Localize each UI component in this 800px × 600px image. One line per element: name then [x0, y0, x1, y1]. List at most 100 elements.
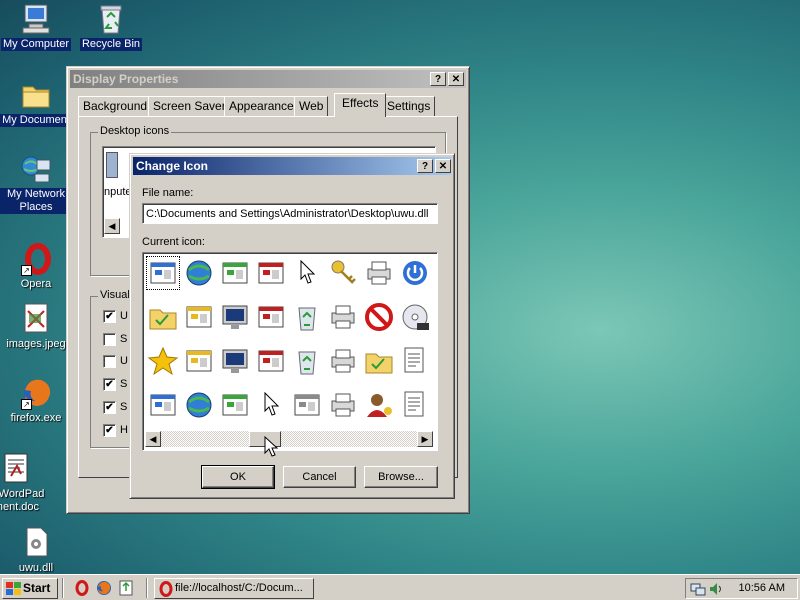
visual-option-checkbox[interactable] [103, 333, 116, 346]
user-key-icon[interactable] [363, 389, 395, 421]
tab-effects[interactable]: Effects [334, 93, 387, 117]
windows-logo-icon [6, 582, 21, 595]
cardfile-icon[interactable] [147, 389, 179, 421]
icon-picker-list[interactable]: ◀ ▶ [142, 252, 438, 451]
icon-grid [143, 253, 437, 431]
scroll-left-arrow[interactable]: ◀ [145, 431, 161, 447]
desktop-icon-my-documents[interactable]: My Document [0, 78, 74, 127]
desktop-icon-wordpad-doc[interactable]: w WordPad ument.doc [0, 452, 54, 514]
tab-background[interactable]: Background [78, 96, 153, 116]
printer-network-icon[interactable] [363, 257, 395, 289]
network-computer-icon[interactable] [219, 257, 251, 289]
printer-default-icon[interactable] [327, 345, 359, 377]
display-icon[interactable] [219, 345, 251, 377]
hand-pointer-icon[interactable] [255, 389, 287, 421]
tab-web[interactable]: Web [294, 96, 329, 116]
window-app-icon[interactable] [255, 257, 287, 289]
taskbar-button-browser[interactable]: file://localhost/C:/Docum... [154, 578, 314, 599]
desktop-quicklaunch-icon[interactable] [118, 580, 134, 596]
film-document-icon[interactable] [399, 389, 431, 421]
taskbar-button-label: file://localhost/C:/Docum... [175, 582, 303, 594]
org-chart-icon[interactable] [146, 256, 180, 290]
speaker-tray-icon[interactable] [708, 581, 724, 597]
visual-option-checkbox[interactable]: ✔ [103, 424, 116, 437]
keys-icon[interactable] [327, 257, 359, 289]
printer-icon[interactable] [327, 301, 359, 333]
change-icon-titlebar[interactable]: Change Icon ? ✕ [133, 157, 451, 175]
network-share-icon[interactable] [291, 389, 323, 421]
recycle-bin-full-icon[interactable] [291, 301, 323, 333]
opera-icon: ↗ [19, 242, 53, 276]
scroll-right-arrow[interactable]: ▶ [417, 431, 433, 447]
file-name-label: File name: [142, 187, 194, 199]
tab-settings[interactable]: Settings [382, 96, 436, 116]
partial-computer-icon [106, 152, 118, 178]
visual-option-checkbox[interactable] [103, 355, 116, 368]
firefox-quicklaunch-icon[interactable] [96, 580, 112, 596]
tab-appearance[interactable]: Appearance [224, 96, 299, 116]
desktop-icon-uwu-dll[interactable]: uwu.dll [0, 526, 74, 575]
visual-option-label: H [120, 424, 128, 436]
horizontal-scrollbar[interactable]: ◀ ▶ [145, 431, 433, 447]
network-tray-icon[interactable] [690, 581, 706, 597]
visual-option-label: S [120, 378, 128, 390]
desktop-icon-my-computer[interactable]: My Computer [0, 2, 74, 51]
tab-screen-saver[interactable]: Screen Saver [148, 96, 231, 116]
opera-icon [159, 581, 173, 597]
system-tray: 10:56 AM [685, 578, 798, 599]
scroll-left-arrow[interactable]: ◀ [104, 218, 120, 234]
window-tiles-icon[interactable] [255, 345, 287, 377]
visual-option-label: S [120, 333, 128, 345]
desktop-icon-label: Opera [20, 278, 52, 290]
mouse-cursor-icon [264, 436, 278, 457]
no-entry-icon[interactable] [363, 301, 395, 333]
display-properties-titlebar[interactable]: Display Properties ? ✕ [70, 70, 466, 88]
desktop-icon-label: My Document [0, 114, 72, 127]
taskbar: Start file://localhost/C:/Docum... 10:56… [0, 574, 800, 600]
desktop-icon-label: Recycle Bin [79, 38, 143, 51]
visual-option-label: S [120, 401, 128, 413]
visual-option-checkbox[interactable]: ✔ [103, 310, 116, 323]
cancel-button[interactable]: Cancel [283, 466, 356, 488]
close-button[interactable]: ✕ [448, 72, 464, 86]
visual-option-label: U [120, 310, 128, 322]
browse-button[interactable]: Browse... [364, 466, 438, 488]
monitor-icon[interactable] [219, 301, 251, 333]
change-icon-dialog: Change Icon ? ✕ File name: Current icon:… [129, 153, 455, 499]
desktop-icon-label: firefox.exe [10, 412, 62, 424]
network-folder-icon[interactable] [147, 301, 179, 333]
desktop-icon-opera[interactable]: ↗ Opera [0, 242, 74, 291]
power-icon[interactable] [399, 257, 431, 289]
globe-icon[interactable] [183, 257, 215, 289]
dvd-icon[interactable] [399, 301, 431, 333]
network-places-icon [19, 152, 53, 186]
desktop-icon-recycle-bin[interactable]: Recycle Bin [73, 2, 149, 51]
fax-icon[interactable] [183, 301, 215, 333]
close-button[interactable]: ✕ [435, 159, 451, 173]
help-button[interactable]: ? [417, 159, 433, 173]
star-icon[interactable] [147, 345, 179, 377]
current-icon-label: Current icon: [142, 236, 205, 248]
desktop-icon-images-jpeg[interactable]: images.jpeg [0, 302, 74, 351]
visual-option-checkbox[interactable]: ✔ [103, 378, 116, 391]
window-list-icon[interactable] [255, 301, 287, 333]
window-gear-icon[interactable] [183, 345, 215, 377]
opera-quicklaunch-icon[interactable] [74, 580, 90, 596]
recycle-bin-icon [94, 2, 128, 36]
visual-option-checkbox[interactable]: ✔ [103, 401, 116, 414]
printer-shared-icon[interactable] [327, 389, 359, 421]
documents-icon[interactable] [399, 345, 431, 377]
desktop-icon-network-places[interactable]: My Network Places [0, 152, 74, 214]
help-button[interactable]: ? [430, 72, 446, 86]
recycle-bin-empty-icon[interactable] [291, 345, 323, 377]
cursor-sparkle-icon[interactable] [291, 257, 323, 289]
desktop-icon-label: images.jpeg [6, 338, 66, 350]
start-button[interactable]: Start [2, 578, 58, 599]
dll-file-icon [19, 526, 53, 560]
file-name-input[interactable] [142, 203, 438, 224]
frame-globe-icon[interactable] [183, 389, 215, 421]
window-grid-icon[interactable] [219, 389, 251, 421]
ok-button[interactable]: OK [201, 465, 275, 489]
desktop-icon-firefox[interactable]: ↗ firefox.exe [0, 376, 74, 425]
folder-check-icon[interactable] [363, 345, 395, 377]
